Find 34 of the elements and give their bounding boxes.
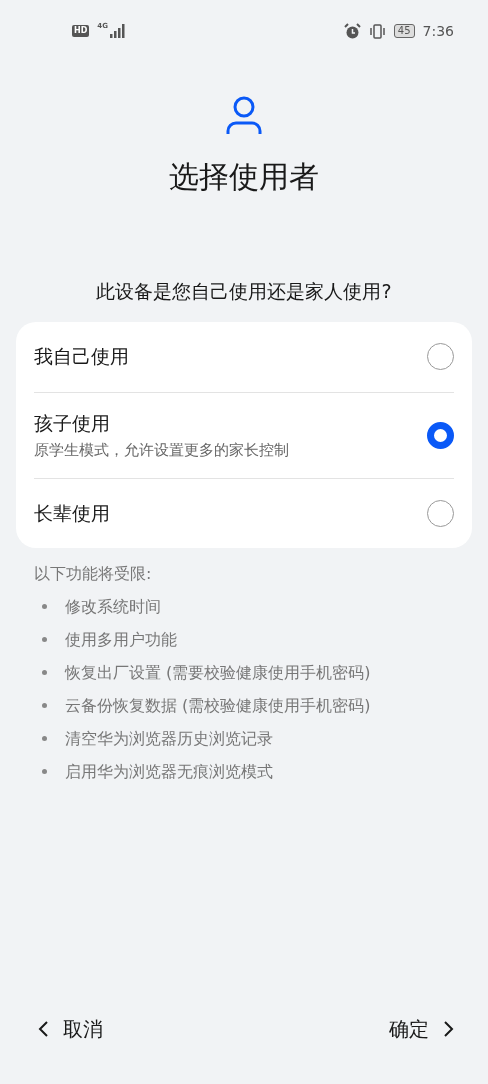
user-option[interactable]: 长辈使用	[34, 477, 454, 548]
restriction-item: 使用多用户功能	[65, 628, 177, 651]
chevron-left-icon	[38, 1020, 49, 1038]
option-label: 长辈使用	[34, 500, 111, 526]
chevron-right-icon	[443, 1020, 454, 1038]
restriction-item: 云备份恢复数据 (需校验健康使用手机密码)	[65, 694, 371, 717]
cancel-button[interactable]: 取消	[38, 1014, 103, 1044]
bullet-icon	[42, 736, 47, 741]
restriction-item: 修改系统时间	[65, 595, 161, 618]
option-description: 原学生模式，允许设置更多的家长控制	[34, 440, 290, 461]
vibrate-icon	[368, 22, 386, 40]
restriction-item: 清空华为浏览器历史浏览记录	[65, 727, 273, 750]
bullet-icon	[42, 604, 47, 609]
option-label: 我自己使用	[34, 344, 130, 370]
signal-icon	[109, 24, 126, 38]
bullet-icon	[42, 637, 47, 642]
user-option[interactable]: 我自己使用	[34, 321, 454, 392]
confirm-button[interactable]: 确定	[389, 1014, 454, 1044]
question-text: 此设备是您自己使用还是家人使用?	[96, 279, 392, 304]
option-label: 孩子使用	[34, 410, 111, 436]
hd-badge: HD	[72, 25, 90, 37]
status-time: 7:36	[422, 21, 454, 41]
restriction-item: 恢复出厂设置 (需要校验健康使用手机密码)	[65, 661, 371, 684]
radio-button[interactable]	[427, 421, 454, 449]
page-title: 选择使用者	[169, 158, 319, 196]
bullet-icon	[42, 703, 47, 708]
user-option[interactable]: 孩子使用 原学生模式，允许设置更多的家长控制	[34, 391, 454, 478]
restriction-heading: 以下功能将受限:	[34, 562, 153, 585]
alarm-icon	[343, 22, 361, 40]
user-icon	[226, 96, 262, 136]
bullet-icon	[42, 769, 47, 774]
bullet-icon	[42, 670, 47, 675]
restriction-item: 启用华为浏览器无痕浏览模式	[65, 760, 273, 783]
battery-icon: 45	[393, 24, 415, 38]
